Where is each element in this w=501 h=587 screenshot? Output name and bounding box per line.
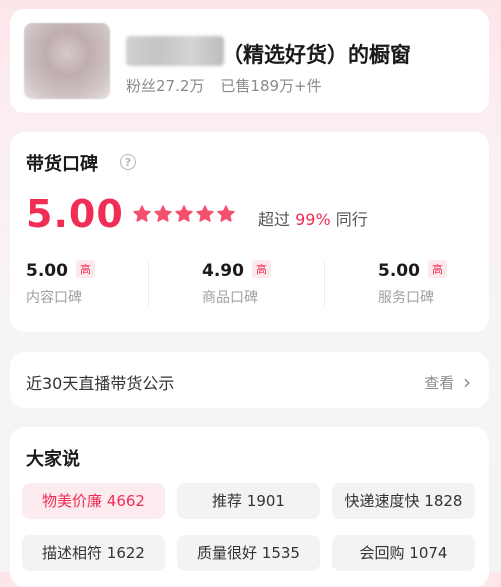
product-score: 4.90 高 商品口碑 (202, 260, 352, 307)
fans-count: 粉丝27.2万 (126, 77, 205, 95)
sub-score-tag: 高 (75, 260, 95, 278)
rating-title: 带货口碑 (26, 154, 98, 175)
sub-score-label: 商品口碑 (202, 290, 258, 306)
service-score: 5.00 高 服务口碑 (378, 260, 501, 307)
star-icon (154, 205, 172, 222)
reviews-card: 大家说 物美价廉 4662 推荐 1901 快递速度快 1828 描述相符 16… (10, 427, 489, 587)
view-more-link[interactable]: 查看 › (424, 370, 471, 394)
live-disclosure-title: 近30天直播带货公示 (26, 374, 175, 393)
star-icon (196, 205, 214, 222)
star-rating (132, 204, 236, 224)
beat-percent: 99% (295, 210, 331, 229)
review-tag-chip[interactable]: 质量很好 1535 (177, 535, 320, 571)
beat-prefix: 超过 (258, 210, 291, 229)
review-tag-chip[interactable]: 会回购 1074 (332, 535, 475, 571)
sub-score-label: 内容口碑 (26, 290, 82, 306)
shop-name: （精选好货）的橱窗 (222, 43, 411, 67)
sold-count: 已售189万+件 (220, 77, 322, 95)
overall-score: 5.00 (26, 192, 124, 236)
star-icon (217, 205, 235, 222)
sub-score-label: 服务口碑 (378, 290, 434, 306)
star-icon (175, 205, 193, 222)
sub-score-value: 4.90 (202, 261, 244, 281)
review-tag-chip[interactable]: 快递速度快 1828 (332, 483, 475, 519)
beat-suffix: 同行 (335, 210, 368, 229)
reviews-title: 大家说 (26, 449, 80, 470)
content-score: 5.00 高 内容口碑 (26, 260, 176, 307)
live-disclosure-row[interactable]: 近30天直播带货公示 查看 › (10, 352, 489, 408)
beat-peers-text: 超过 99% 同行 (258, 206, 368, 230)
sub-score-value: 5.00 (378, 261, 420, 281)
review-tag-chip[interactable]: 描述相符 1622 (22, 535, 165, 571)
sub-score-value: 5.00 (26, 261, 68, 281)
shop-stats: 粉丝27.2万 已售189万+件 (126, 75, 322, 96)
view-more-label: 查看 (424, 374, 455, 392)
sub-score-tag: 高 (251, 260, 271, 278)
review-tag-chip[interactable]: 推荐 1901 (177, 483, 320, 519)
shop-avatar[interactable] (24, 23, 110, 99)
blurred-shop-name (126, 36, 224, 66)
sub-score-tag: 高 (427, 260, 447, 278)
shop-header-card[interactable]: （精选好货）的橱窗 粉丝27.2万 已售189万+件 (10, 9, 489, 113)
divider (324, 262, 325, 306)
star-icon (133, 205, 151, 222)
review-tag-chip[interactable]: 物美价廉 4662 (22, 483, 165, 519)
rating-card: 带货口碑 ? 5.00 超过 99% 同行 5.00 高 内容口碑 4.90 高 商… (10, 132, 489, 332)
help-icon[interactable]: ? (120, 154, 136, 170)
chevron-right-icon: › (463, 370, 471, 394)
divider (148, 262, 149, 306)
